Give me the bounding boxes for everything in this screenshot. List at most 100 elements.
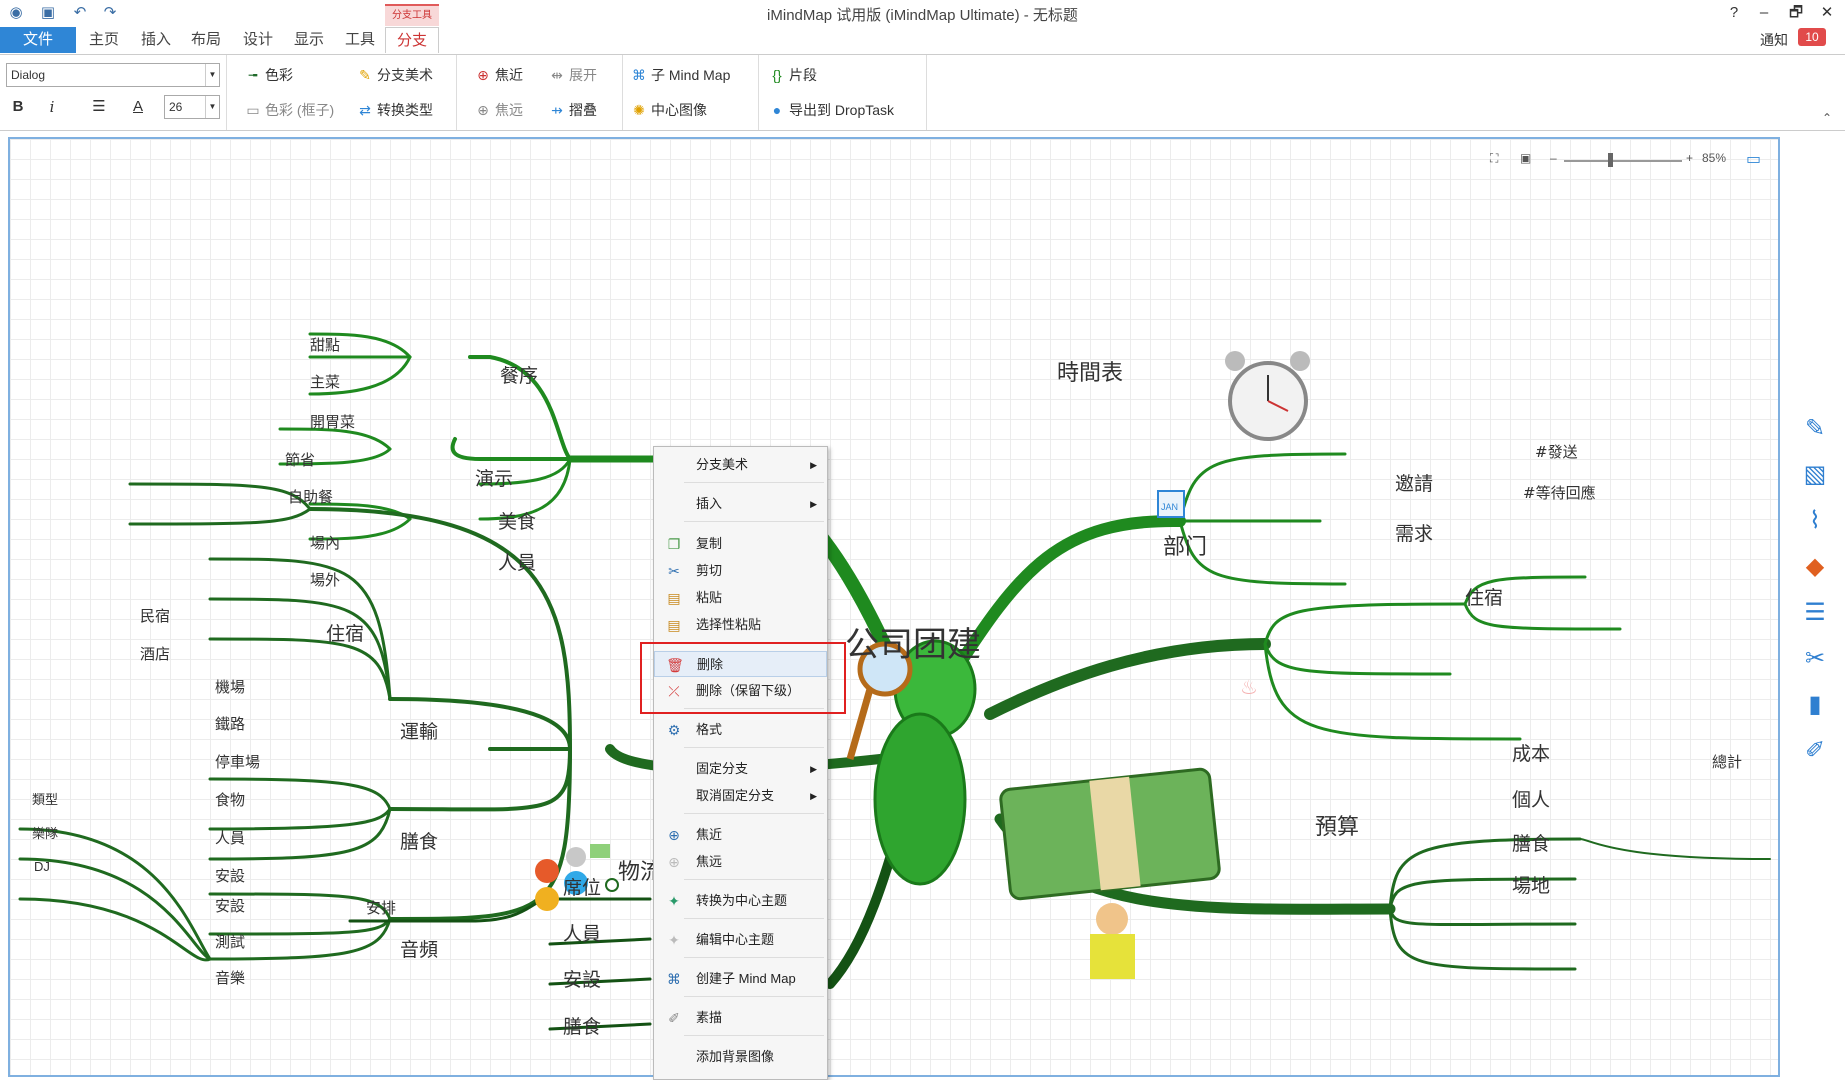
alarm-clock-image[interactable] (1225, 351, 1310, 441)
export-droptask-button[interactable]: ● 导出到 DropTask (768, 99, 894, 121)
mind-map-canvas[interactable]: ⚇ JAN ♨ 膳食 餐序 演示 美食 人員 甜點 主菜 開胃菜 節省 自助餐 … (8, 137, 1780, 1077)
bold-button[interactable]: B (8, 97, 28, 117)
menu-item-paste-special[interactable]: ▤ 选择性粘贴 (654, 612, 827, 638)
more-handle-icon[interactable] (566, 847, 586, 867)
topic[interactable]: 音樂 (215, 967, 245, 988)
menu-item-edit-central[interactable]: ✦ 编辑中心主题 (654, 927, 827, 953)
collapse-node-icon[interactable] (605, 878, 619, 892)
expand-button[interactable]: ⇹ 展开 (548, 64, 597, 86)
zoom-slider-thumb[interactable] (1608, 153, 1613, 167)
handle-icon[interactable] (535, 859, 559, 883)
help-button[interactable]: ? (1722, 2, 1746, 24)
zoom-out-button[interactable]: – (1550, 151, 1557, 165)
focus-out-button[interactable]: ⊕ 焦远 (474, 99, 523, 121)
color-box-button[interactable]: ▭ 色彩 (框子) (244, 99, 334, 121)
topic[interactable]: 個人 (1512, 785, 1550, 812)
topic[interactable]: 演示 (475, 464, 513, 491)
tab-tools[interactable]: 工具 (338, 27, 382, 53)
topic-budget[interactable]: 預算 (1315, 809, 1359, 841)
topic-schedule[interactable]: 時間表 (1057, 355, 1123, 387)
topic[interactable]: 音頻 (400, 935, 438, 962)
close-button[interactable]: ✕ (1815, 2, 1839, 24)
notes-icon[interactable]: ✎ (1800, 414, 1830, 444)
topic[interactable]: 席位 (563, 873, 601, 900)
menu-item-unpin-branch[interactable]: 取消固定分支 ▶ (654, 783, 827, 809)
menu-item-add-background-image[interactable]: 添加背景图像 (654, 1044, 827, 1070)
branch-departments[interactable] (984, 638, 1271, 720)
topic[interactable]: 成本 (1512, 739, 1550, 766)
topic[interactable]: 人員 (563, 919, 601, 946)
topic[interactable]: 樂隊 (32, 823, 58, 842)
topic[interactable]: 人員 (215, 827, 245, 848)
topic[interactable]: 自助餐 (288, 486, 333, 507)
shapes-icon[interactable]: ◆ (1800, 552, 1830, 582)
zoom-in-button[interactable]: + (1686, 151, 1693, 165)
minimize-button[interactable]: – (1752, 2, 1776, 24)
topic-departments[interactable]: 部门 (1163, 529, 1207, 561)
font-color-icon[interactable]: A (128, 97, 148, 117)
topic[interactable]: 民宿 (140, 605, 170, 626)
menu-item-cut[interactable]: ✂ 剪切 (654, 558, 827, 584)
tab-home[interactable]: 主页 (82, 27, 126, 53)
branch-art-button[interactable]: ✎ 分支美术 (356, 64, 433, 86)
menu-item-pin-branch[interactable]: 固定分支 ▶ (654, 756, 827, 782)
topic[interactable]: 場外 (310, 569, 340, 590)
topic[interactable]: 主菜 (310, 371, 340, 392)
topic[interactable]: 膳食 (1512, 829, 1550, 856)
central-image-button[interactable]: ✺ 中心图像 (630, 99, 707, 121)
tab-view[interactable]: 显示 (287, 27, 331, 53)
topic[interactable]: 測試 (215, 931, 245, 952)
tab-layout[interactable]: 布局 (184, 27, 228, 53)
topic[interactable]: 膳食 (563, 1012, 601, 1039)
topic[interactable]: 類型 (32, 789, 58, 808)
actual-size-icon[interactable]: ▣ (1520, 151, 1531, 165)
topic[interactable]: 節省 (285, 449, 315, 470)
topic[interactable]: 甜點 (310, 334, 340, 355)
menu-item-convert-central[interactable]: ✦ 转换为中心主题 (654, 888, 827, 914)
topic[interactable]: 需求 (1395, 519, 1433, 546)
menu-item-sketch[interactable]: ✐ 素描 (654, 1005, 827, 1031)
topic[interactable]: 美食 (498, 507, 536, 534)
topic[interactable]: 總計 (1712, 751, 1742, 772)
topic[interactable]: 安排 (366, 897, 396, 918)
outline-icon[interactable]: ☰ (1800, 598, 1830, 628)
collapse-ribbon-icon[interactable]: ⌃ (1822, 111, 1832, 125)
topic[interactable]: 餐序 (500, 361, 538, 388)
collapse-button[interactable]: ⇸ 摺叠 (548, 99, 597, 121)
sub-mindmap-button[interactable]: ⌘ 子 Mind Map (630, 64, 730, 86)
font-family-select[interactable]: Dialog ▼ (6, 63, 220, 87)
notifications-label[interactable]: 通知 (1760, 30, 1788, 50)
topic[interactable]: 安設 (563, 965, 601, 992)
menu-item-create-sub-mindmap[interactable]: ⌘ 创建子 Mind Map (654, 966, 827, 992)
zoom-slider[interactable] (1564, 160, 1682, 162)
restore-button[interactable]: 🗗 (1784, 2, 1808, 24)
notifications-badge[interactable]: 10 (1798, 28, 1826, 46)
topic[interactable]: 住宿 (1465, 583, 1503, 610)
topic[interactable]: 安設 (215, 895, 245, 916)
tab-branch[interactable]: 分支 (385, 27, 439, 53)
topic[interactable]: 鐵路 (215, 713, 245, 734)
brush-icon[interactable]: ✐ (1800, 736, 1830, 766)
attachment-icon[interactable]: ⌇ (1800, 506, 1830, 536)
topic[interactable]: 酒店 (140, 643, 170, 664)
topic[interactable]: #發送 (1535, 441, 1578, 462)
topic[interactable]: 場地 (1512, 871, 1550, 898)
central-topic[interactable]: 公司团建 (845, 617, 981, 666)
topic[interactable]: 開胃菜 (310, 411, 355, 432)
focus-in-button[interactable]: ⊕ 焦近 (474, 64, 523, 86)
tag-icon[interactable]: ▮ (1800, 690, 1830, 720)
topic[interactable]: 邀請 (1395, 469, 1433, 496)
font-size-select[interactable]: 26 ▼ (164, 95, 220, 119)
tab-file[interactable]: 文件 (0, 27, 76, 53)
align-icon[interactable]: ☰ (84, 97, 114, 117)
topic[interactable]: 機場 (215, 676, 245, 697)
menu-item-branch-art[interactable]: 分支美术 ▶ (654, 452, 827, 478)
menu-item-paste[interactable]: ▤ 粘贴 (654, 585, 827, 611)
italic-button[interactable]: i (42, 97, 62, 117)
tab-insert[interactable]: 插入 (134, 27, 178, 53)
topic[interactable]: 停車場 (215, 751, 260, 772)
topic[interactable]: 人員 (498, 548, 536, 575)
topic[interactable]: 場內 (310, 532, 340, 553)
topic[interactable]: 住宿 (326, 619, 364, 646)
topic[interactable]: 安設 (215, 865, 245, 886)
